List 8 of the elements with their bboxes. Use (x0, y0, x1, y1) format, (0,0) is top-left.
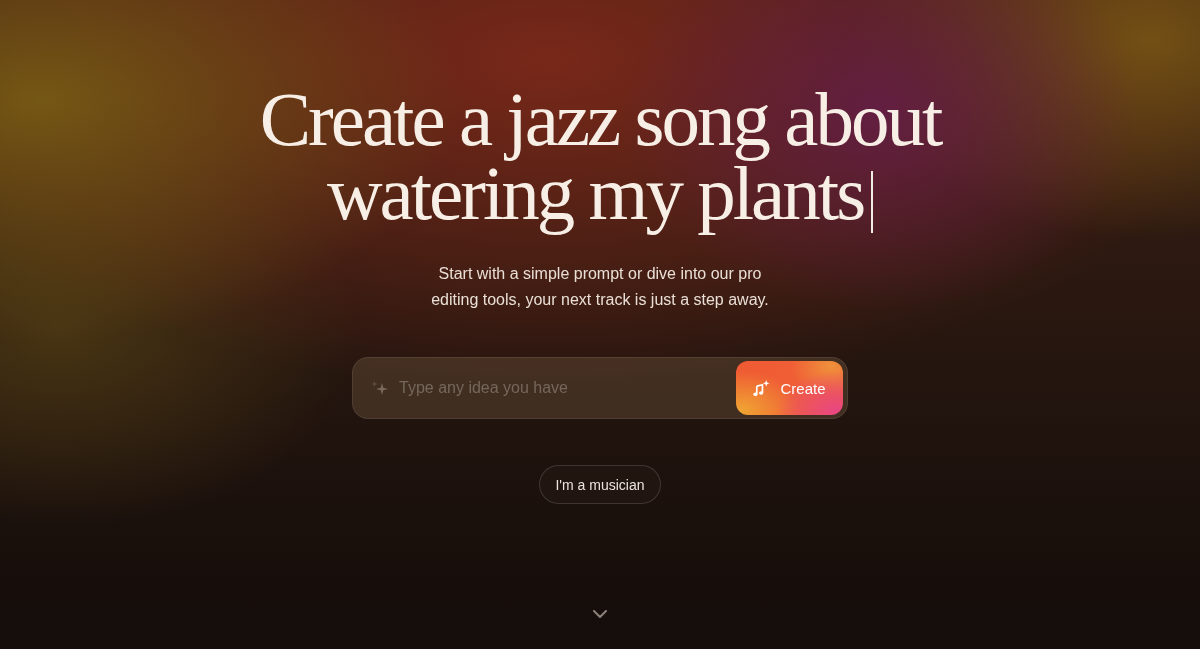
musician-button[interactable]: I'm a musician (539, 465, 661, 504)
prompt-field[interactable]: Type any idea you have Create (352, 357, 848, 419)
music-note-sparkle-icon (753, 379, 771, 397)
create-button[interactable]: Create (736, 361, 843, 415)
subtitle: Start with a simple prompt or dive into our pro editing tools, your next track is just a step away. (431, 264, 769, 310)
headline: Create a jazz song about watering my plants (259, 76, 941, 236)
chevron-down-icon[interactable] (593, 610, 607, 618)
sparkle-icon (371, 381, 389, 395)
